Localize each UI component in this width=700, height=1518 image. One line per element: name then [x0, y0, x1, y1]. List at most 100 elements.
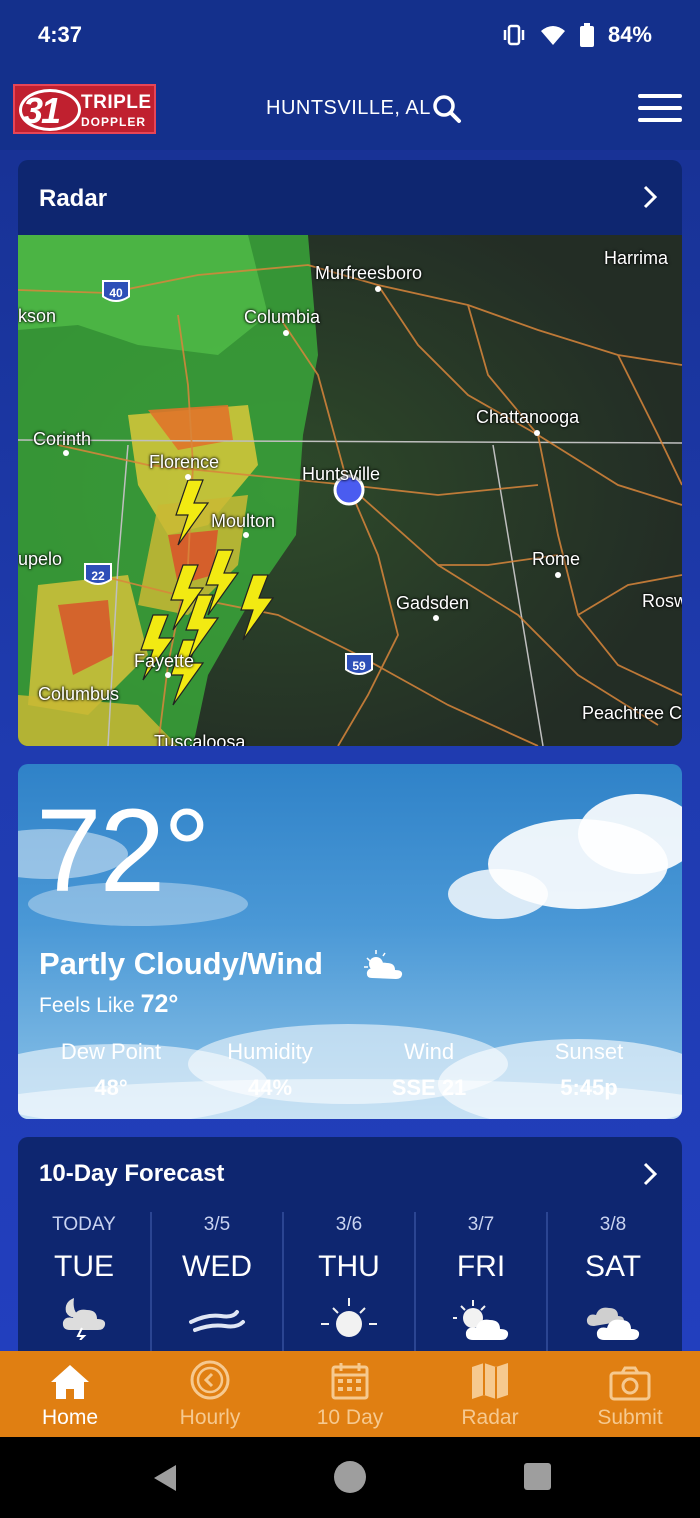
current-conditions-card[interactable]: 72° Partly Cloudy/Wind Feels Like 72° De…: [18, 764, 682, 1119]
map-label-jackson: kson: [18, 306, 57, 326]
nav-radar[interactable]: Radar: [420, 1351, 560, 1437]
map-label-columbus: Columbus: [38, 684, 120, 704]
feels-like-value: 72°: [140, 990, 179, 1018]
forecast-weekday: TUE: [54, 1250, 114, 1283]
map-label-moulton: Moulton: [211, 511, 276, 531]
forecast-day[interactable]: 3/7 FRI: [414, 1212, 546, 1367]
forecast-date: TODAY: [52, 1214, 116, 1235]
forecast-weekday: FRI: [456, 1250, 506, 1283]
map-label-chattanooga: Chattanooga: [476, 407, 580, 427]
nav-hourly[interactable]: Hourly: [140, 1351, 280, 1437]
nav-label: 10 Day: [316, 1406, 384, 1429]
battery-icon: [579, 23, 594, 47]
stat-value: 48°: [94, 1075, 128, 1100]
map-icon: [472, 1363, 508, 1399]
camera-icon: [609, 1366, 651, 1401]
feels-like: Feels Like 72°: [39, 990, 178, 1019]
radar-card-header[interactable]: Radar: [18, 160, 682, 235]
stat-value: 44%: [247, 1075, 293, 1100]
forecast-card[interactable]: 10-Day Forecast TODAY TUE 3/5 WED 3/6 TH…: [18, 1137, 682, 1367]
home-icon: [51, 1365, 89, 1399]
logo-number: 31: [23, 90, 61, 131]
back-icon[interactable]: [150, 1463, 178, 1493]
chevron-right-icon[interactable]: [642, 185, 658, 209]
wifi-icon: [540, 26, 565, 45]
svg-text:40: 40: [109, 286, 123, 300]
map-label-rome: Rome: [532, 549, 581, 569]
forecast-day[interactable]: 3/8 SAT: [546, 1212, 678, 1367]
location-label[interactable]: HUNTSVILLE, AL: [266, 97, 431, 120]
station-logo[interactable]: 31 TRIPLE DOPPLER: [13, 84, 156, 134]
stat-wind: Wind SSE 21: [349, 1039, 509, 1101]
logo-line2: DOPPLER: [81, 115, 147, 129]
thunderstorm-night-icon: [62, 1298, 106, 1340]
svg-text:22: 22: [91, 569, 105, 583]
map-label-harriman: Harrima: [604, 248, 669, 268]
nav-label: Home: [41, 1406, 99, 1429]
map-label-gadsden: Gadsden: [396, 593, 470, 613]
partly-sunny-icon: [453, 1300, 509, 1340]
map-label-murfreesboro: Murfreesboro: [315, 263, 423, 283]
nav-10-day[interactable]: 10 Day: [280, 1351, 420, 1437]
forecast-date: 3/6: [335, 1214, 363, 1235]
forecast-title: 10-Day Forecast: [39, 1160, 225, 1187]
forecast-date: 3/7: [467, 1214, 495, 1235]
home-circle-icon[interactable]: [334, 1461, 366, 1493]
map-label-roswell: Rosw: [642, 591, 682, 611]
stat-label: Dew Point: [60, 1039, 162, 1064]
partly-cloudy-icon: [364, 950, 403, 979]
forecast-date: 3/8: [599, 1214, 627, 1235]
map-label-huntsville: Huntsville: [302, 464, 381, 484]
stat-value: SSE 21: [391, 1075, 467, 1100]
nav-submit[interactable]: Submit: [560, 1351, 700, 1437]
forecast-weekday: THU: [318, 1250, 380, 1283]
stat-humidity: Humidity 44%: [190, 1039, 350, 1101]
nav-label: Radar: [461, 1406, 519, 1429]
app-header: 31 TRIPLE DOPPLER HUNTSVILLE, AL: [0, 72, 700, 150]
status-bar: 4:37 84%: [0, 0, 700, 72]
forecast-weekday: SAT: [584, 1250, 642, 1283]
map-label-tuscaloosa: Tuscaloosa: [154, 732, 246, 746]
wind-icon: [189, 1310, 245, 1332]
radar-map-image: 40 22 59: [18, 235, 682, 746]
system-nav-bar: [0, 1437, 700, 1518]
forecast-day[interactable]: 3/5 WED: [150, 1212, 282, 1367]
recents-icon[interactable]: [524, 1463, 551, 1490]
feels-like-label: Feels Like: [39, 994, 135, 1017]
stat-label: Wind: [403, 1039, 455, 1064]
radar-card[interactable]: Radar 40 22 59 Murfreesboro Harrima kson…: [18, 160, 682, 746]
vibrate-icon: [503, 24, 525, 46]
chevron-right-icon[interactable]: [642, 1162, 658, 1186]
current-temperature: 72°: [36, 785, 210, 917]
radar-title: Radar: [39, 185, 108, 212]
stat-label: Sunset: [554, 1039, 624, 1064]
nav-label: Hourly: [179, 1406, 241, 1429]
nav-home[interactable]: Home: [0, 1351, 140, 1437]
nav-label: Submit: [597, 1406, 663, 1429]
status-time: 4:37: [38, 22, 83, 47]
clock-icon: [190, 1360, 230, 1400]
hamburger-menu-icon[interactable]: [638, 94, 682, 130]
radar-map[interactable]: 40 22 59 Murfreesboro Harrima kson Colum…: [18, 235, 682, 746]
status-icons: 84%: [502, 22, 652, 48]
stat-sunset: Sunset 5:45p: [509, 1039, 669, 1101]
battery-level: 84%: [607, 22, 652, 47]
search-icon[interactable]: [432, 94, 462, 124]
forecast-day[interactable]: 3/6 THU: [282, 1212, 414, 1367]
bottom-nav: Home Hourly 10 Day Radar Submit: [0, 1351, 700, 1437]
svg-text:59: 59: [352, 659, 366, 673]
logo-line1: TRIPLE: [81, 92, 152, 113]
map-label-peachtree-city: Peachtree C: [582, 703, 682, 723]
cloudy-icon: [586, 1307, 640, 1340]
stat-value: 5:45p: [560, 1075, 618, 1100]
sun-icon: [321, 1298, 377, 1337]
forecast-date: 3/5: [203, 1214, 231, 1235]
map-label-florence: Florence: [149, 452, 220, 472]
map-label-tupelo: upelo: [18, 549, 63, 569]
stat-label: Humidity: [227, 1039, 313, 1064]
forecast-day[interactable]: TODAY TUE: [18, 1212, 150, 1367]
map-label-fayette: Fayette: [134, 651, 195, 671]
forecast-weekday: WED: [182, 1250, 252, 1283]
map-label-columbia: Columbia: [244, 307, 321, 327]
current-condition: Partly Cloudy/Wind: [39, 946, 323, 981]
